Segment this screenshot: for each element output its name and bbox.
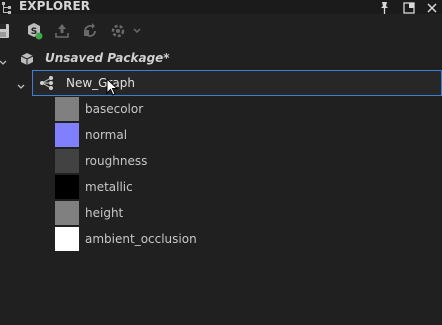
package-icon	[20, 51, 34, 65]
graph-row[interactable]: New_Graph	[32, 70, 442, 96]
export-icon[interactable]	[52, 21, 72, 41]
output-label: roughness	[85, 154, 148, 168]
color-swatch	[55, 175, 79, 199]
color-swatch	[55, 123, 79, 147]
output-item-height[interactable]: height	[55, 200, 435, 226]
output-item-metallic[interactable]: metallic	[55, 174, 435, 200]
package-label: Unsaved Package*	[45, 51, 170, 65]
explorer-tree-icon	[1, 0, 15, 14]
output-item-roughness[interactable]: roughness	[55, 148, 435, 174]
output-label: metallic	[85, 180, 133, 194]
color-swatch	[55, 149, 79, 173]
package-row[interactable]: Unsaved Package*	[0, 45, 442, 71]
output-item-normal[interactable]: normal	[55, 122, 435, 148]
output-label: height	[85, 206, 124, 220]
new-substance-icon[interactable]: S	[24, 21, 44, 41]
output-item-basecolor[interactable]: basecolor	[55, 96, 435, 122]
output-item-ambient-occlusion[interactable]: ambient_occlusion	[55, 226, 435, 252]
save-icon[interactable]	[0, 21, 14, 41]
float-window-icon[interactable]	[402, 0, 416, 14]
pin-icon[interactable]	[377, 0, 391, 14]
panel-titlebar: EXPLORER	[0, 0, 442, 14]
chevron-down-icon[interactable]	[0, 53, 8, 65]
color-swatch	[55, 97, 79, 121]
settings-dropdown-icon[interactable]	[108, 21, 144, 41]
chevron-down-icon[interactable]	[16, 77, 26, 89]
output-label: normal	[85, 128, 128, 142]
color-swatch	[55, 201, 79, 225]
mouse-cursor-icon	[106, 77, 120, 98]
graph-label: New_Graph	[66, 76, 135, 90]
output-label: ambient_occlusion	[85, 232, 197, 246]
explorer-toolbar: S	[0, 14, 442, 46]
close-icon[interactable]	[425, 0, 439, 14]
color-swatch	[55, 227, 79, 251]
panel-title: EXPLORER	[19, 0, 91, 13]
output-label: basecolor	[85, 102, 144, 116]
graph-icon	[39, 75, 55, 91]
refresh-icon[interactable]	[80, 21, 100, 41]
